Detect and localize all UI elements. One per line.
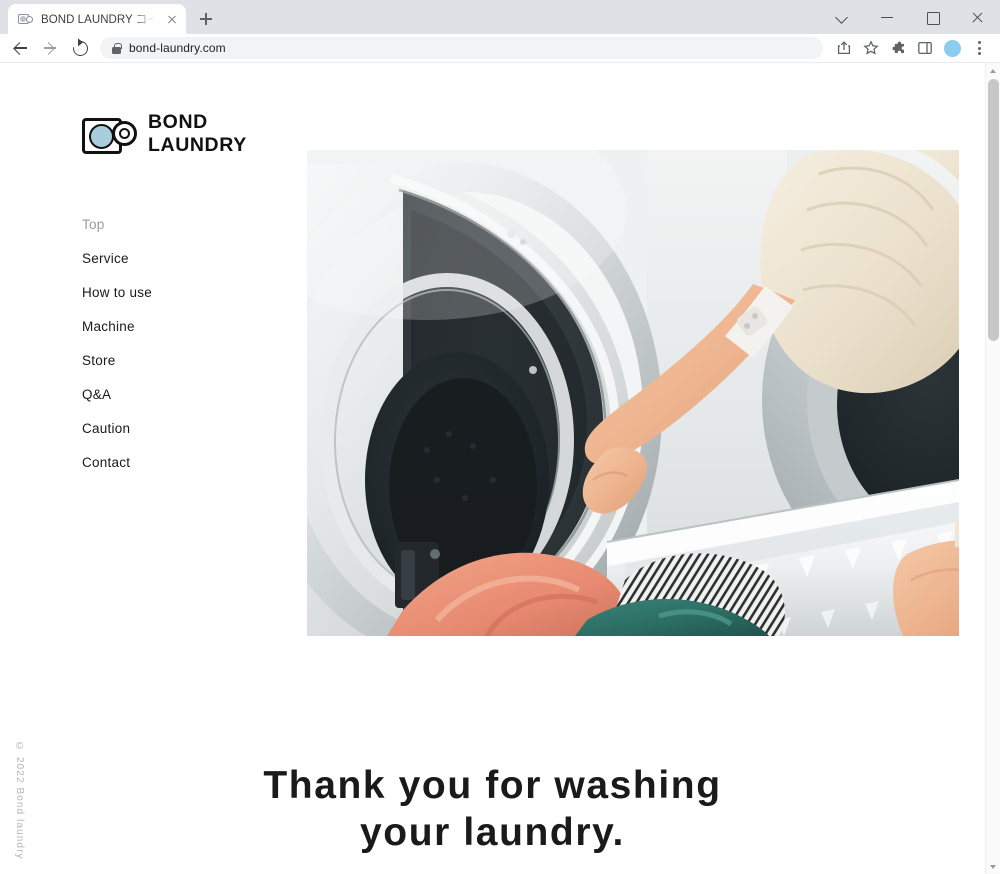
reload-icon	[69, 37, 91, 59]
logo-wordmark: BOND LAUNDRY	[148, 111, 247, 157]
tab-strip: BOND LAUNDRY コインランドリー 宮	[0, 0, 1000, 34]
forward-arrow-icon[interactable]	[36, 34, 64, 62]
back-arrow-icon[interactable]	[6, 34, 34, 62]
window-controls	[820, 0, 1000, 34]
star-icon[interactable]	[858, 35, 884, 61]
tab-search-chevron-down-icon[interactable]	[820, 0, 865, 34]
address-bar[interactable]: bond-laundry.com	[100, 37, 823, 59]
browser-toolbar: bond-laundry.com	[0, 34, 1000, 62]
scroll-down-arrow-icon[interactable]	[986, 860, 1000, 874]
browser-window: BOND LAUNDRY コインランドリー 宮 bond-laundry.com	[0, 0, 1000, 874]
profile-button[interactable]	[939, 35, 965, 61]
headline-line-2: your laundry.	[360, 810, 625, 854]
close-tab-icon[interactable]	[164, 11, 180, 27]
nav-item-how-to-use[interactable]: How to use	[82, 275, 282, 309]
close-window-icon[interactable]	[955, 0, 1000, 34]
scroll-up-arrow-icon[interactable]	[986, 63, 1000, 77]
site-sidebar: BOND LAUNDRY Top Service How to use Mach…	[82, 111, 282, 479]
site-logo[interactable]: BOND LAUNDRY	[82, 111, 282, 157]
lock-icon	[112, 42, 122, 54]
three-dot-menu-icon[interactable]	[966, 35, 992, 61]
new-tab-button[interactable]	[192, 5, 220, 33]
nav-item-store[interactable]: Store	[82, 343, 282, 377]
url-text: bond-laundry.com	[129, 41, 226, 55]
maximize-icon[interactable]	[910, 0, 955, 34]
nav-item-caution[interactable]: Caution	[82, 411, 282, 445]
reload-button[interactable]	[66, 34, 94, 62]
nav-item-top[interactable]: Top	[82, 207, 282, 241]
browser-tab[interactable]: BOND LAUNDRY コインランドリー 宮	[8, 4, 186, 34]
washing-machine-favicon-icon	[18, 11, 34, 27]
scrollbar-thumb[interactable]	[988, 79, 999, 341]
avatar	[943, 39, 961, 57]
tab-title: BOND LAUNDRY コインランドリー 宮	[41, 14, 157, 26]
hero-image	[307, 150, 959, 636]
nav-item-service[interactable]: Service	[82, 241, 282, 275]
page-headline: Thank you for washing your laundry.	[0, 763, 985, 857]
minimize-icon[interactable]	[865, 0, 910, 34]
main-navigation: Top Service How to use Machine Store Q&A…	[82, 207, 282, 479]
puzzle-icon[interactable]	[885, 35, 911, 61]
headline-line-1: Thank you for washing	[263, 764, 722, 807]
nav-item-qa[interactable]: Q&A	[82, 377, 282, 411]
nav-item-contact[interactable]: Contact	[82, 445, 282, 479]
side-panel-icon[interactable]	[912, 35, 938, 61]
nav-item-machine[interactable]: Machine	[82, 309, 282, 343]
share-icon[interactable]	[831, 35, 857, 61]
page-viewport: © 2022 Bond laundry BOND LAUNDRY Top Ser…	[0, 62, 1000, 874]
washing-machine-logo-icon	[82, 111, 138, 157]
website-page: © 2022 Bond laundry BOND LAUNDRY Top Ser…	[0, 63, 985, 874]
page-scrollbar[interactable]	[985, 63, 1000, 874]
logo-line-2: LAUNDRY	[148, 134, 247, 156]
logo-line-1: BOND	[148, 111, 208, 133]
toolbar-icons	[831, 35, 992, 61]
